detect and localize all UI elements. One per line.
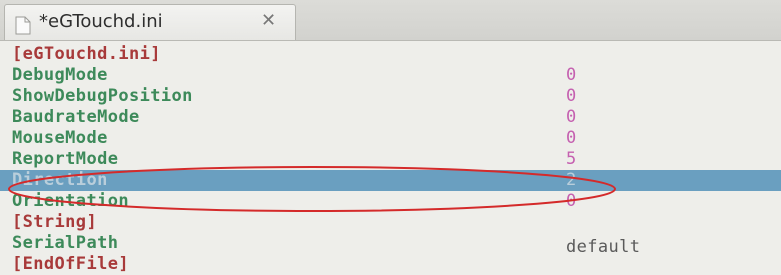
editor-line[interactable]: ReportMode 5 bbox=[0, 149, 781, 170]
editor-line[interactable]: [eGTouchd.ini] bbox=[0, 44, 781, 65]
ini-key: ShowDebugPosition bbox=[12, 86, 193, 106]
ini-value: 5 bbox=[566, 149, 577, 169]
ini-key: Direction bbox=[12, 170, 108, 190]
editor-line[interactable]: [String] bbox=[0, 212, 781, 233]
ini-section-header: [eGTouchd.ini] bbox=[12, 44, 161, 64]
ini-section-header: [String] bbox=[12, 212, 98, 232]
ini-value: 0 bbox=[566, 86, 577, 106]
editor-line[interactable]: MouseMode 0 bbox=[0, 128, 781, 149]
editor-line-current[interactable]: Direction 2 bbox=[0, 170, 781, 191]
ini-key: DebugMode bbox=[12, 65, 108, 85]
editor-line[interactable]: SerialPath default bbox=[0, 233, 781, 257]
editor-line[interactable]: DebugMode 0 bbox=[0, 65, 781, 86]
ini-value: 2 bbox=[566, 170, 577, 190]
ini-key: SerialPath bbox=[12, 233, 119, 253]
editor-line[interactable]: Orientation 0 bbox=[0, 191, 781, 212]
close-icon[interactable]: ✕ bbox=[261, 10, 276, 31]
editor-line[interactable]: [EndOfFile] bbox=[0, 254, 781, 275]
editor-line[interactable]: BaudrateMode 0 bbox=[0, 107, 781, 128]
ini-value: 0 bbox=[566, 65, 577, 85]
ini-value: 0 bbox=[566, 128, 577, 148]
tab-bar: *eGTouchd.ini ✕ bbox=[0, 0, 781, 41]
ini-key: MouseMode bbox=[12, 128, 108, 148]
ini-value: 0 bbox=[566, 107, 577, 127]
tab-egtouchd-ini[interactable]: *eGTouchd.ini ✕ bbox=[4, 4, 296, 40]
document-icon bbox=[15, 16, 31, 35]
editor-line[interactable]: ShowDebugPosition 0 bbox=[0, 86, 781, 107]
tab-title: *eGTouchd.ini bbox=[39, 11, 163, 32]
ini-section-header: [EndOfFile] bbox=[12, 254, 129, 274]
ini-value: 0 bbox=[566, 191, 577, 211]
text-editor[interactable]: [eGTouchd.ini] DebugMode 0 ShowDebugPositio… bbox=[0, 41, 781, 275]
ini-key: Orientation bbox=[12, 191, 129, 211]
ini-key: BaudrateMode bbox=[12, 107, 140, 127]
ini-key: ReportMode bbox=[12, 149, 119, 169]
